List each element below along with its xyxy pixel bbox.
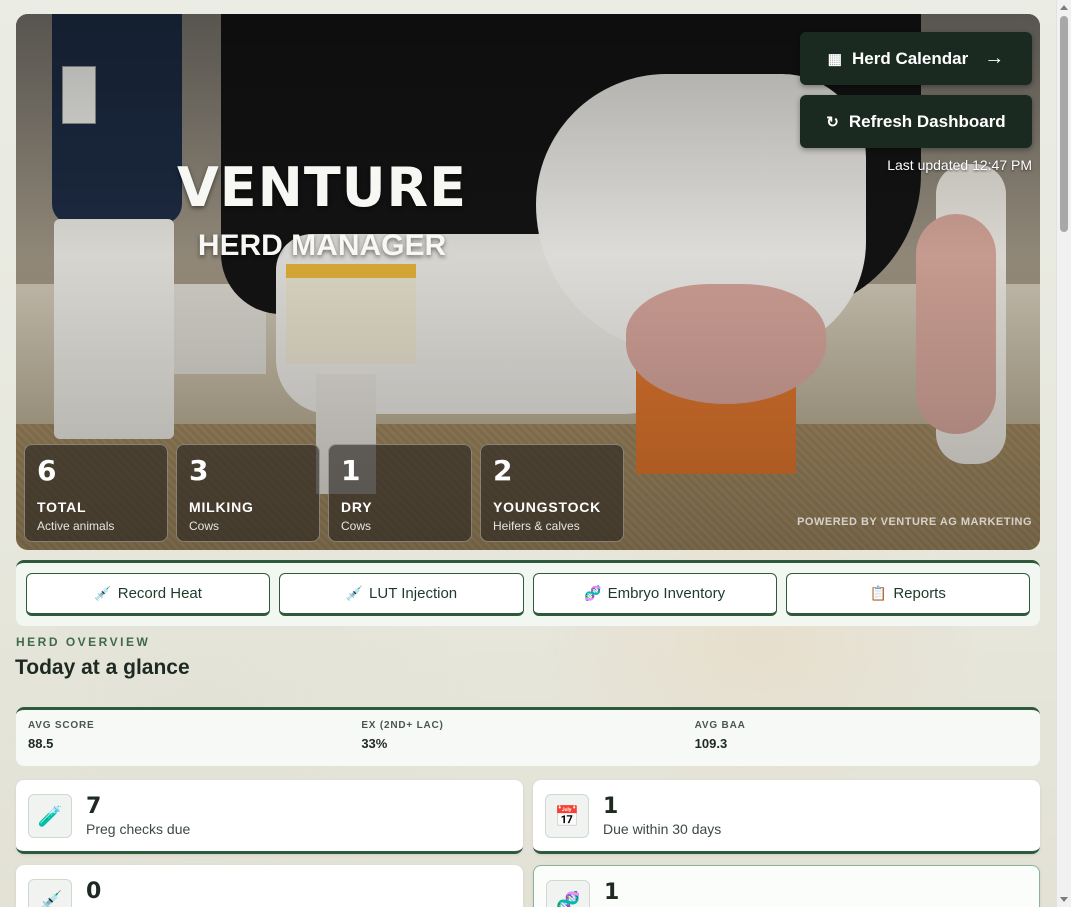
herd-calendar-button[interactable]: ▦ Herd Calendar → <box>800 32 1032 85</box>
stat-youngstock-label: YOUNGSTOCK <box>493 499 602 515</box>
hero-banner: VENTURE HERD MANAGER ▦ Herd Calendar → ↻… <box>16 14 1040 550</box>
herd-stat-cards: 6 TOTAL Active animals 3 MILKING Cows 1 … <box>24 444 624 542</box>
task-count: 0 <box>86 879 102 904</box>
arrow-right-icon: → <box>984 47 1005 69</box>
dna-icon: 🧬 <box>584 585 602 601</box>
scroll-down-icon[interactable] <box>1060 897 1068 902</box>
stat-youngstock-sub: Heifers & calves <box>493 519 580 533</box>
calendar-icon: ▦ <box>827 50 842 68</box>
lut-injection-button[interactable]: 💉 LUT Injection <box>279 573 524 616</box>
stat-total-sub: Active animals <box>37 519 115 533</box>
refresh-dashboard-button[interactable]: ↻ Refresh Dashboard <box>800 95 1032 148</box>
task-description: Due within 30 days <box>603 821 722 837</box>
brand-logo-subtitle: HERD MANAGER <box>197 229 447 262</box>
stat-youngstock-number: 2 <box>493 454 513 487</box>
embryo-inventory-button[interactable]: 🧬 Embryo Inventory <box>532 573 777 616</box>
stat-milking-number: 3 <box>189 454 209 487</box>
embryo-inventory-label: Embryo Inventory <box>607 585 726 602</box>
record-heat-button[interactable]: 💉 Record Heat <box>26 573 271 616</box>
record-heat-label: Record Heat <box>117 585 202 602</box>
task-card-injections[interactable]: 💉 0 <box>16 865 523 907</box>
stat-dry-number: 1 <box>341 454 361 487</box>
last-updated-text: Last updated 12:47 PM <box>887 157 1032 173</box>
metric-value: 33% <box>361 736 388 751</box>
herd-calendar-label: Herd Calendar <box>851 48 969 68</box>
syringe-icon: 💉 <box>345 585 364 601</box>
quick-actions-bar: 💉 Record Heat 💉 LUT Injection 🧬 Embryo I… <box>16 560 1040 626</box>
stat-card-total: 6 TOTAL Active animals <box>24 444 168 542</box>
task-card-embryos[interactable]: 🧬 1 <box>533 865 1040 907</box>
metric-avg-score: AVG SCORE 88.5 <box>28 720 361 756</box>
stat-dry-label: DRY <box>341 499 373 515</box>
metric-avg-baa: AVG BAA 109.3 <box>695 720 1028 756</box>
dna-icon: 🧬 <box>546 880 590 907</box>
brand-logo: VENTURE HERD MANAGER <box>171 149 473 263</box>
metric-value: 88.5 <box>28 736 54 751</box>
powered-by-text: POWERED BY VENTURE AG MARKETING <box>797 516 1032 528</box>
section-eyebrow: HERD OVERVIEW <box>16 635 151 649</box>
metric-label: AVG SCORE <box>28 720 95 731</box>
stat-dry-sub: Cows <box>341 519 372 533</box>
task-count: 7 <box>86 794 102 819</box>
stat-card-dry: 1 DRY Cows <box>328 444 472 542</box>
lut-injection-label: LUT Injection <box>369 585 458 602</box>
task-card-preg-checks[interactable]: 🧪 7 Preg checks due <box>16 780 523 854</box>
task-description: Preg checks due <box>86 821 191 837</box>
reports-button[interactable]: 📋 Reports <box>785 573 1030 616</box>
scroll-up-icon[interactable] <box>1060 5 1068 10</box>
refresh-dashboard-label: Refresh Dashboard <box>848 111 1006 131</box>
page-scrollbar[interactable] <box>1056 0 1071 907</box>
syringe-icon: 💉 <box>28 879 72 907</box>
reports-label: Reports <box>893 585 946 602</box>
stat-milking-sub: Cows <box>189 519 220 533</box>
herd-metrics-row: AVG SCORE 88.5 EX (2ND+ LAC) 33% AVG BAA… <box>16 707 1040 766</box>
section-title: Today at a glance <box>15 656 190 679</box>
refresh-icon: ↻ <box>826 113 839 131</box>
clipboard-icon: 📋 <box>869 585 888 601</box>
stat-card-youngstock: 2 YOUNGSTOCK Heifers & calves <box>480 444 624 542</box>
stat-milking-label: MILKING <box>189 499 254 515</box>
stat-total-number: 6 <box>37 454 57 487</box>
task-count: 1 <box>603 794 619 819</box>
brand-logo-word: VENTURE <box>176 156 468 219</box>
metric-ex-rate: EX (2ND+ LAC) 33% <box>361 720 694 756</box>
metric-label: AVG BAA <box>694 720 746 731</box>
test-tube-icon: 🧪 <box>28 794 72 838</box>
task-card-due-soon[interactable]: 📅 1 Due within 30 days <box>533 780 1040 854</box>
syringe-icon: 💉 <box>94 585 112 601</box>
task-count: 1 <box>604 880 620 905</box>
scrollbar-thumb[interactable] <box>1060 16 1068 232</box>
calendar-icon: 📅 <box>545 794 589 838</box>
metric-value: 109.3 <box>694 736 728 751</box>
stat-card-milking: 3 MILKING Cows <box>176 444 320 542</box>
metric-label: EX (2ND+ LAC) <box>361 720 444 731</box>
stat-total-label: TOTAL <box>37 499 87 515</box>
